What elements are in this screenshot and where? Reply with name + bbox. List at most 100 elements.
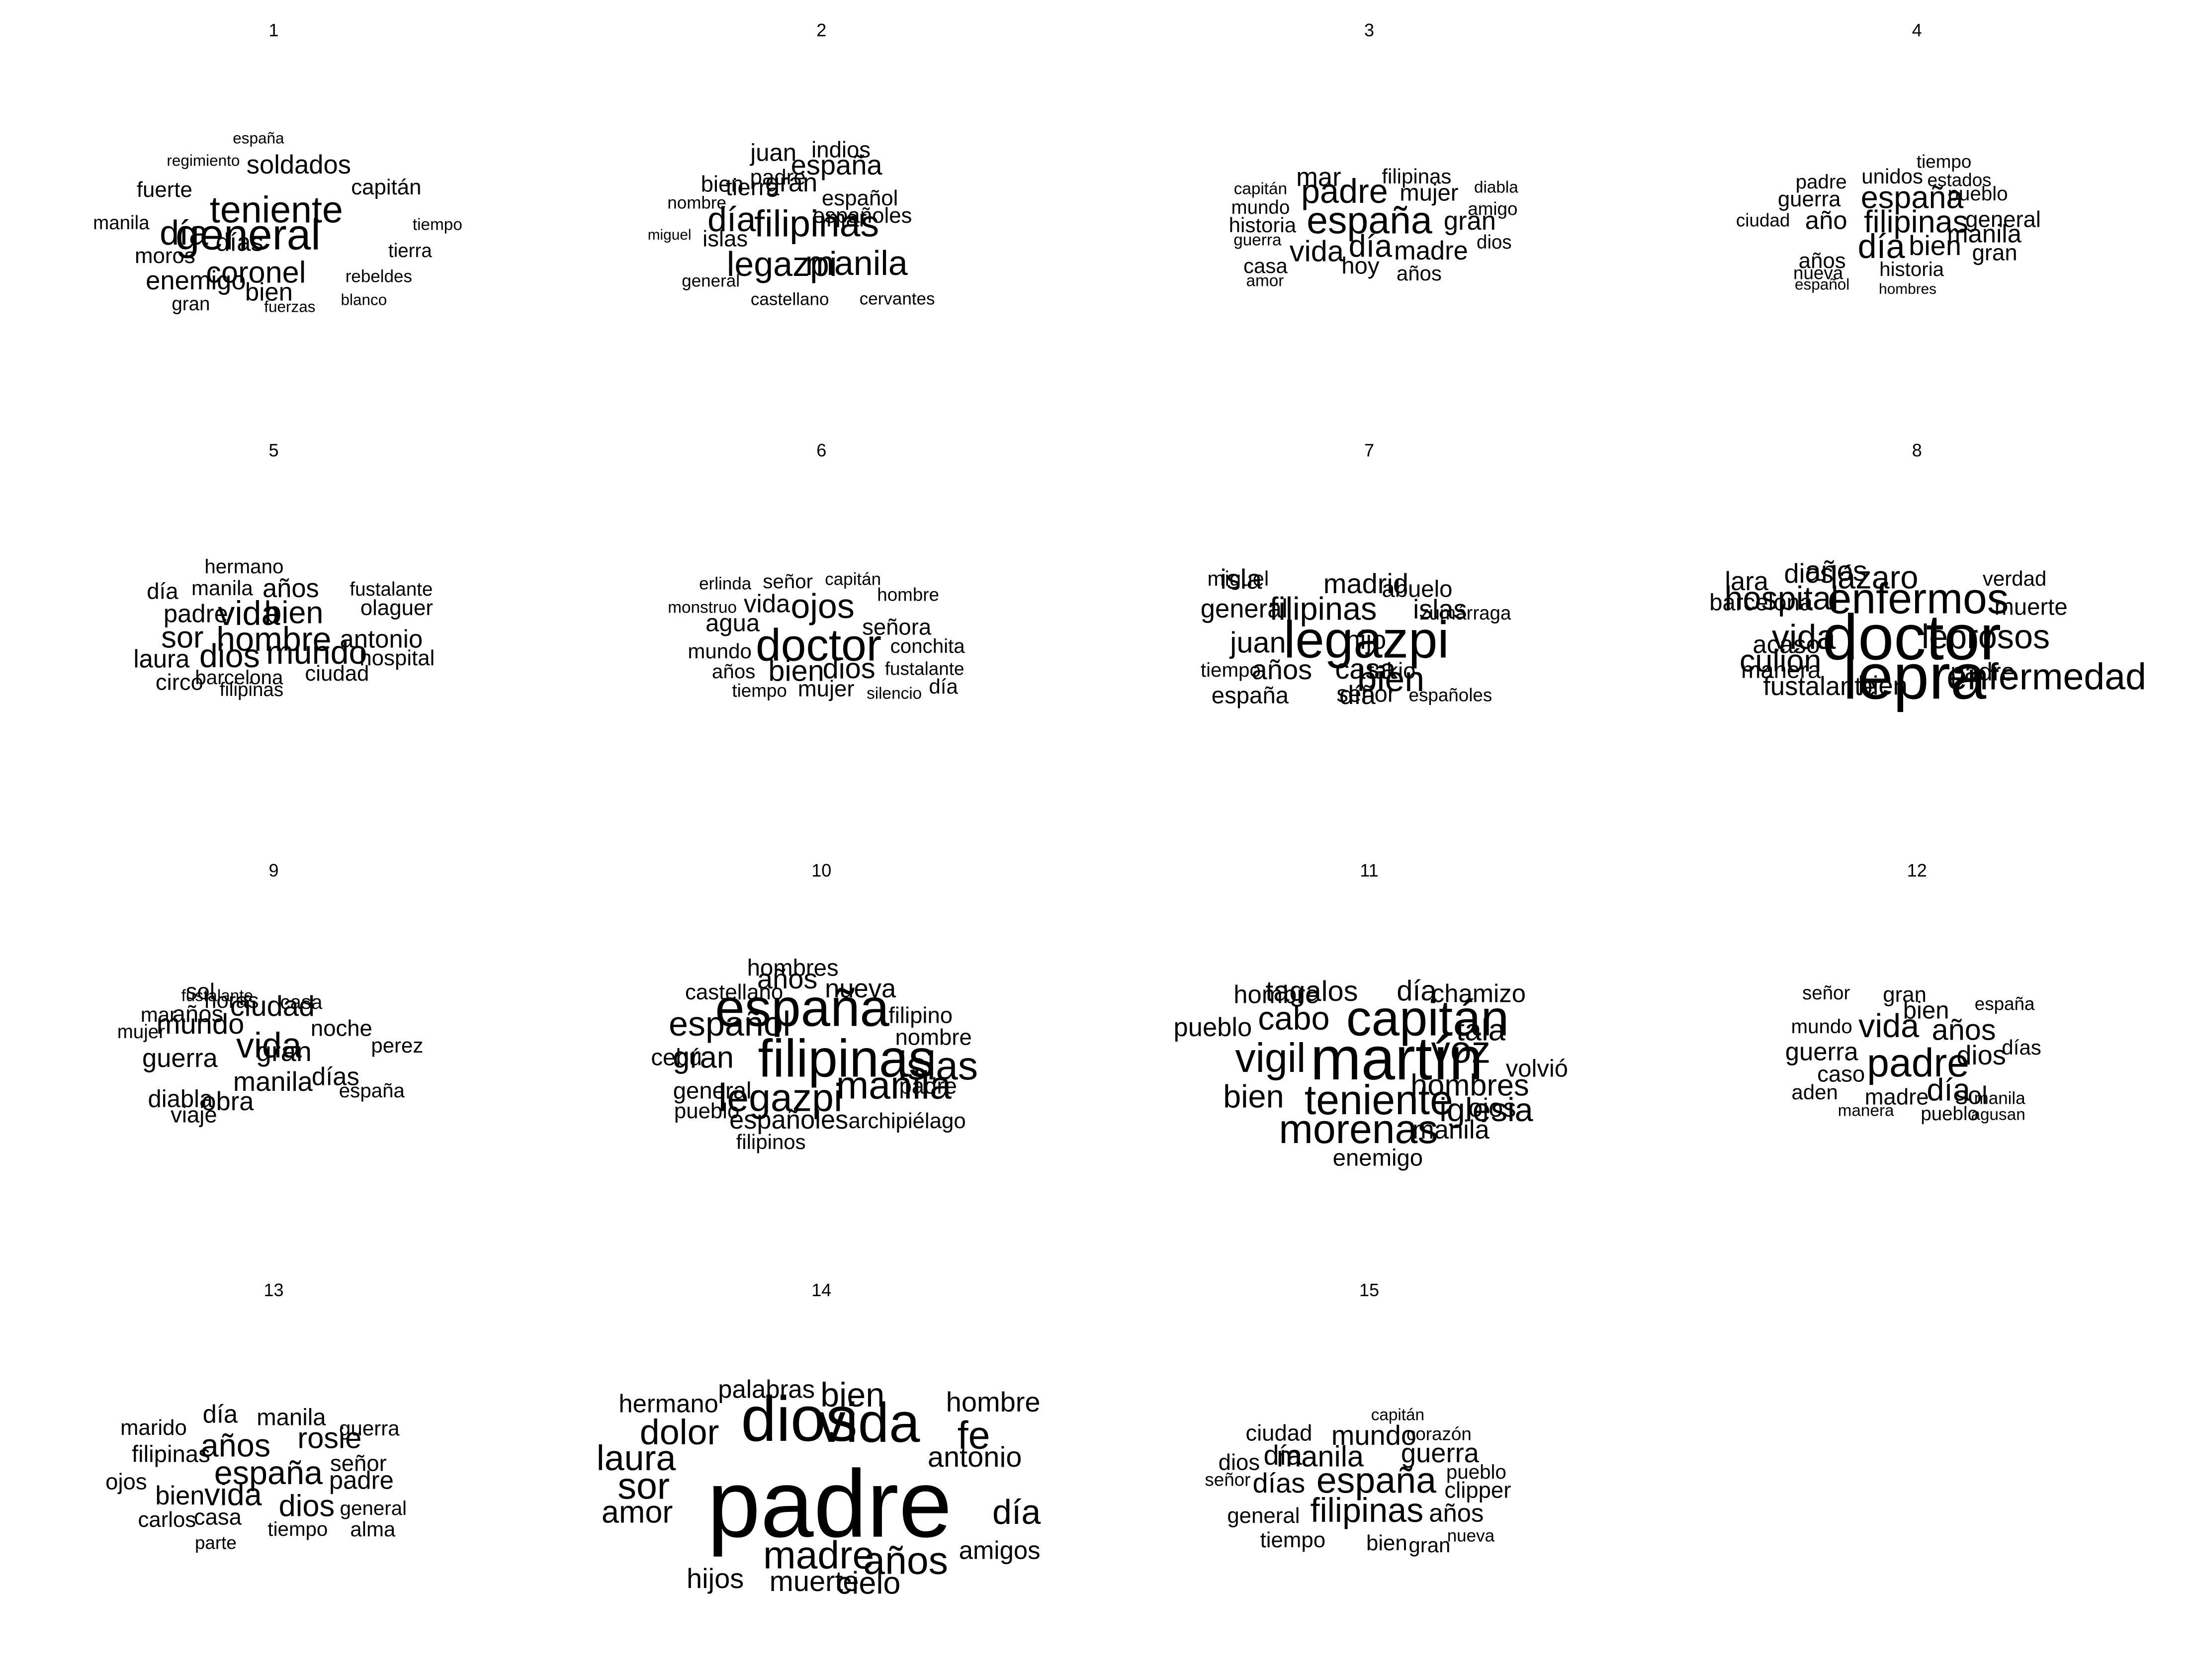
cloud-word: señor xyxy=(330,1450,387,1476)
cloud-word: españa xyxy=(1974,993,2035,1014)
panel-label: 12 xyxy=(1907,860,1927,881)
cloud-word: pueblo xyxy=(1921,1103,1978,1125)
cloud-word: general xyxy=(682,271,740,291)
cloud-word: días xyxy=(1252,1467,1306,1499)
cloud-word: hijo xyxy=(1345,625,1387,655)
cloud-word: padre xyxy=(163,599,228,628)
cloud-word: tiempo xyxy=(412,215,462,234)
cloud-word: día xyxy=(1263,1439,1303,1471)
cloud-word: silencio xyxy=(867,684,922,703)
panel-label: 10 xyxy=(811,860,832,881)
cloud-word: unidos xyxy=(1861,165,1924,188)
cloud-word: hijos xyxy=(687,1563,744,1594)
cloud-word: general xyxy=(1200,594,1288,623)
cloud-word: takio xyxy=(1368,658,1416,683)
cloud-word: zumárraga xyxy=(1419,602,1511,624)
cloud-word: bien xyxy=(1366,1531,1407,1556)
cloud-word: viaje xyxy=(171,1101,217,1127)
cloud-word: casa xyxy=(193,1504,242,1530)
cloud-word: españoles xyxy=(729,1105,849,1135)
wordcloud-panel-3: 3 españa padre día vida mar gran madre mujer hoy f… xyxy=(1096,0,1643,420)
cloud-word: años xyxy=(711,660,756,683)
cloud-word: dios xyxy=(1477,231,1512,253)
cloud-word: marido xyxy=(120,1415,187,1440)
cloud-word: filipinas xyxy=(219,679,284,701)
cloud-word: tierra xyxy=(388,240,432,262)
cloud-word: agusan xyxy=(1971,1105,2025,1124)
cloud-word: filipino xyxy=(888,1002,953,1028)
panel-label: 5 xyxy=(268,440,279,460)
cloud-word: barcelona xyxy=(1709,589,1813,616)
cloud-word: días xyxy=(2002,1035,2041,1059)
cloud-word: tiempo xyxy=(267,1518,328,1541)
cloud-word: pueblo xyxy=(1173,1012,1252,1042)
cloud-word: olaguer xyxy=(360,595,433,620)
cloud-word: manera xyxy=(1741,657,1821,684)
cloud-word: enemigo xyxy=(1332,1144,1423,1171)
cloud-word: regimiento xyxy=(167,151,240,170)
panel-label: 7 xyxy=(1364,440,1375,460)
cloud-word: hoy xyxy=(1341,253,1380,279)
cloud-word: hermano xyxy=(204,555,284,578)
cloud-word: años xyxy=(1429,1499,1484,1527)
cloud-word: perez xyxy=(371,1033,424,1057)
cloud-word: general xyxy=(1227,1503,1300,1528)
cloud-word: manila xyxy=(191,576,253,600)
cloud-word: gran xyxy=(1408,1533,1451,1557)
cloud-word: indios xyxy=(811,137,871,163)
cloud-word: juan xyxy=(750,139,796,167)
cloud-word: gran xyxy=(1972,240,2017,265)
cloud-word: españoles xyxy=(1408,685,1492,706)
cloud-word: vida xyxy=(1289,234,1344,268)
cloud-word: mundo xyxy=(688,639,752,663)
cloud-word: padre xyxy=(1950,657,2016,686)
cloud-word: ojos xyxy=(790,586,855,625)
wordcloud-panel-8: 8 doctor lepra enfermos enfermedad vida lepros… xyxy=(1643,420,2191,840)
cloud-word: pueblo xyxy=(1446,1461,1506,1484)
cloud-word: cebú xyxy=(651,1044,702,1070)
cloud-word: día xyxy=(202,1400,238,1428)
cloud-word: día xyxy=(1397,974,1437,1007)
panel-label: 1 xyxy=(268,20,279,40)
cloud-word: tiempo xyxy=(1200,658,1261,681)
cloud-word: nombre xyxy=(895,1024,972,1050)
cloud-word: español xyxy=(1794,275,1850,293)
cloud-word: manila xyxy=(1974,1088,2025,1108)
cloud-word: pueblo xyxy=(674,1098,740,1123)
cloud-word: bien xyxy=(1858,671,1908,701)
cloud-word: dios xyxy=(1784,558,1834,589)
wordcloud-panel-5: 5 hombre vida mundo dios bien sor años padre anto… xyxy=(0,420,547,840)
cloud-word: ciudad xyxy=(1245,1420,1313,1446)
cloud-word: abuelo xyxy=(1382,576,1453,603)
panel-label: 9 xyxy=(268,860,279,881)
wordcloud-panel-13: 13 españa años vida dios rosie bien padre día man… xyxy=(0,1260,547,1680)
cloud-word: castellano xyxy=(685,979,784,1004)
cloud-word: tiempo xyxy=(1916,151,1972,172)
wordcloud-panel-4: 4 día filipinas españa bien manila año general g… xyxy=(1643,0,2191,420)
cloud-word: ojos xyxy=(105,1469,147,1495)
cloud-word: erlinda xyxy=(699,574,752,594)
cloud-word: carlos xyxy=(138,1507,196,1532)
cloud-word: bien xyxy=(820,1376,885,1415)
cloud-word: filipinas xyxy=(1382,165,1452,188)
cloud-word: filipinas xyxy=(1310,1492,1424,1530)
cloud-word: general xyxy=(1965,206,2041,232)
cloud-word: mundo xyxy=(1231,196,1290,218)
wordcloud-panel-11: 11 martín capitán teniente morenas vigil voz ig… xyxy=(1096,840,1643,1260)
cloud-word: día xyxy=(929,674,958,698)
cloud-word: gran xyxy=(256,1035,312,1067)
cloud-word: volvió xyxy=(1505,1055,1569,1082)
cloud-word: general xyxy=(340,1497,407,1520)
cloud-word: acaso xyxy=(1753,630,1820,659)
wordcloud-panel-15: 15 españa filipinas manila mundo días día guerr… xyxy=(1096,1260,1643,1680)
cloud-word: españa xyxy=(339,1079,405,1102)
cloud-word: amor xyxy=(601,1495,673,1530)
cloud-word: padre xyxy=(899,1072,957,1098)
cloud-word: gran xyxy=(1883,982,1927,1007)
cloud-word: bien xyxy=(701,171,744,197)
cloud-word: archipiélago xyxy=(848,1108,966,1133)
cloud-word: años xyxy=(262,573,319,603)
cloud-word: laura xyxy=(133,644,190,673)
wordcloud-panel-14: 14 padre dios vida madre años fe sor laura dolor d… xyxy=(548,1260,1095,1680)
cloud-word: corazón xyxy=(1406,1423,1472,1444)
